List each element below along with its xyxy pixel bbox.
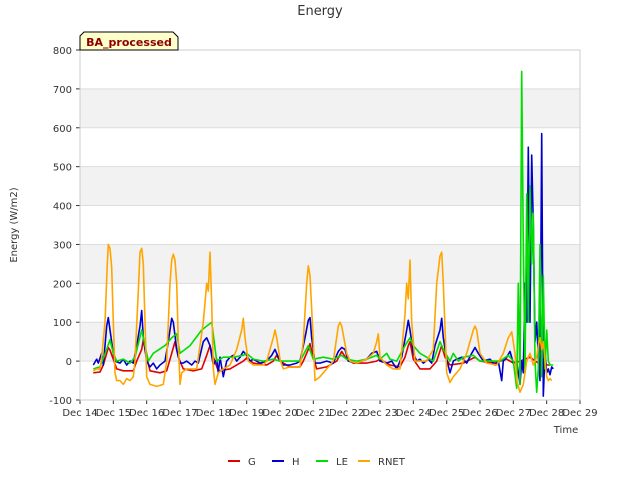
x-tick-label: Dec 24 — [396, 408, 431, 419]
y-axis-ticks: -100 0 100 200 300 400 500 600 700 800 — [49, 46, 80, 407]
y-tick-label: -100 — [49, 396, 72, 407]
badge: BA_processed — [79, 31, 179, 51]
x-tick-label: Dec 22 — [329, 408, 364, 419]
x-tick-label: Dec 14 — [62, 408, 97, 419]
grid-band — [80, 244, 580, 284]
x-tick-label: Dec 17 — [162, 408, 197, 419]
y-tick-label: 400 — [53, 202, 72, 213]
badge-label: BA_processed — [86, 36, 172, 49]
x-tick-label: Dec 16 — [129, 408, 164, 419]
y-tick-label: 800 — [53, 46, 72, 57]
x-tick-label: Dec 26 — [462, 408, 497, 419]
grid-band — [80, 166, 580, 206]
legend: G H LE RNET — [228, 457, 406, 468]
x-tick-label: Dec 25 — [429, 408, 464, 419]
x-axis-label: Time — [553, 425, 578, 436]
y-tick-label: 700 — [53, 85, 72, 96]
x-tick-label: Dec 18 — [196, 408, 231, 419]
chart-title: Energy — [297, 4, 343, 19]
x-tick-label: Dec 15 — [96, 408, 131, 419]
x-tick-label: Dec 19 — [229, 408, 264, 419]
y-tick-label: 300 — [53, 240, 72, 251]
grid-band — [80, 88, 580, 128]
y-tick-label: 600 — [53, 124, 72, 135]
y-axis-label: Energy (W/m2) — [9, 187, 20, 262]
y-tick-label: 0 — [66, 357, 72, 368]
legend-label-g: G — [248, 457, 256, 468]
legend-label-le: LE — [336, 457, 348, 468]
x-axis-ticks: Dec 14Dec 15Dec 16Dec 17Dec 18Dec 19Dec … — [62, 400, 598, 419]
grid-band — [80, 322, 580, 362]
y-tick-label: 500 — [53, 163, 72, 174]
x-tick-label: Dec 21 — [296, 408, 331, 419]
x-tick-label: Dec 20 — [262, 408, 297, 419]
x-tick-label: Dec 28 — [529, 408, 564, 419]
legend-label-h: H — [292, 457, 300, 468]
x-tick-label: Dec 29 — [562, 408, 597, 419]
y-tick-label: 200 — [53, 279, 72, 290]
y-tick-label: 100 — [53, 318, 72, 329]
energy-chart: Energy -100 0 100 200 300 400 500 600 700 800 Dec… — [9, 4, 598, 468]
legend-label-rnet: RNET — [378, 457, 406, 468]
x-tick-label: Dec 27 — [496, 408, 531, 419]
x-tick-label: Dec 23 — [362, 408, 397, 419]
